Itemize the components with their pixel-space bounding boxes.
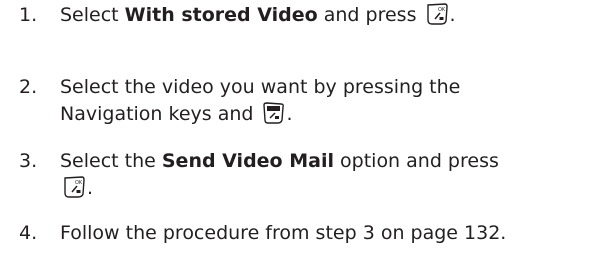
step-text: Follow the procedure from step 3 on page… xyxy=(60,222,507,244)
ok-key-icon: OK xyxy=(62,175,86,199)
step-number: 1. xyxy=(19,4,38,26)
option-name: With stored Video xyxy=(124,4,318,26)
step-number: 3. xyxy=(19,150,38,172)
step-number: 2. xyxy=(19,76,38,98)
step-text: Select the Send Video Mail option and pr… xyxy=(60,150,499,199)
svg-text:OK: OK xyxy=(438,7,446,13)
step-text: Select the video you want by pressing th… xyxy=(60,76,461,125)
step-text: Select With stored Video and press OK. xyxy=(60,2,456,26)
ok-key-icon: OK xyxy=(425,2,449,26)
option-name: Send Video Mail xyxy=(161,150,334,172)
svg-text:OK: OK xyxy=(75,180,83,186)
step-number: 4. xyxy=(19,222,38,244)
menu-key-icon xyxy=(262,101,286,125)
